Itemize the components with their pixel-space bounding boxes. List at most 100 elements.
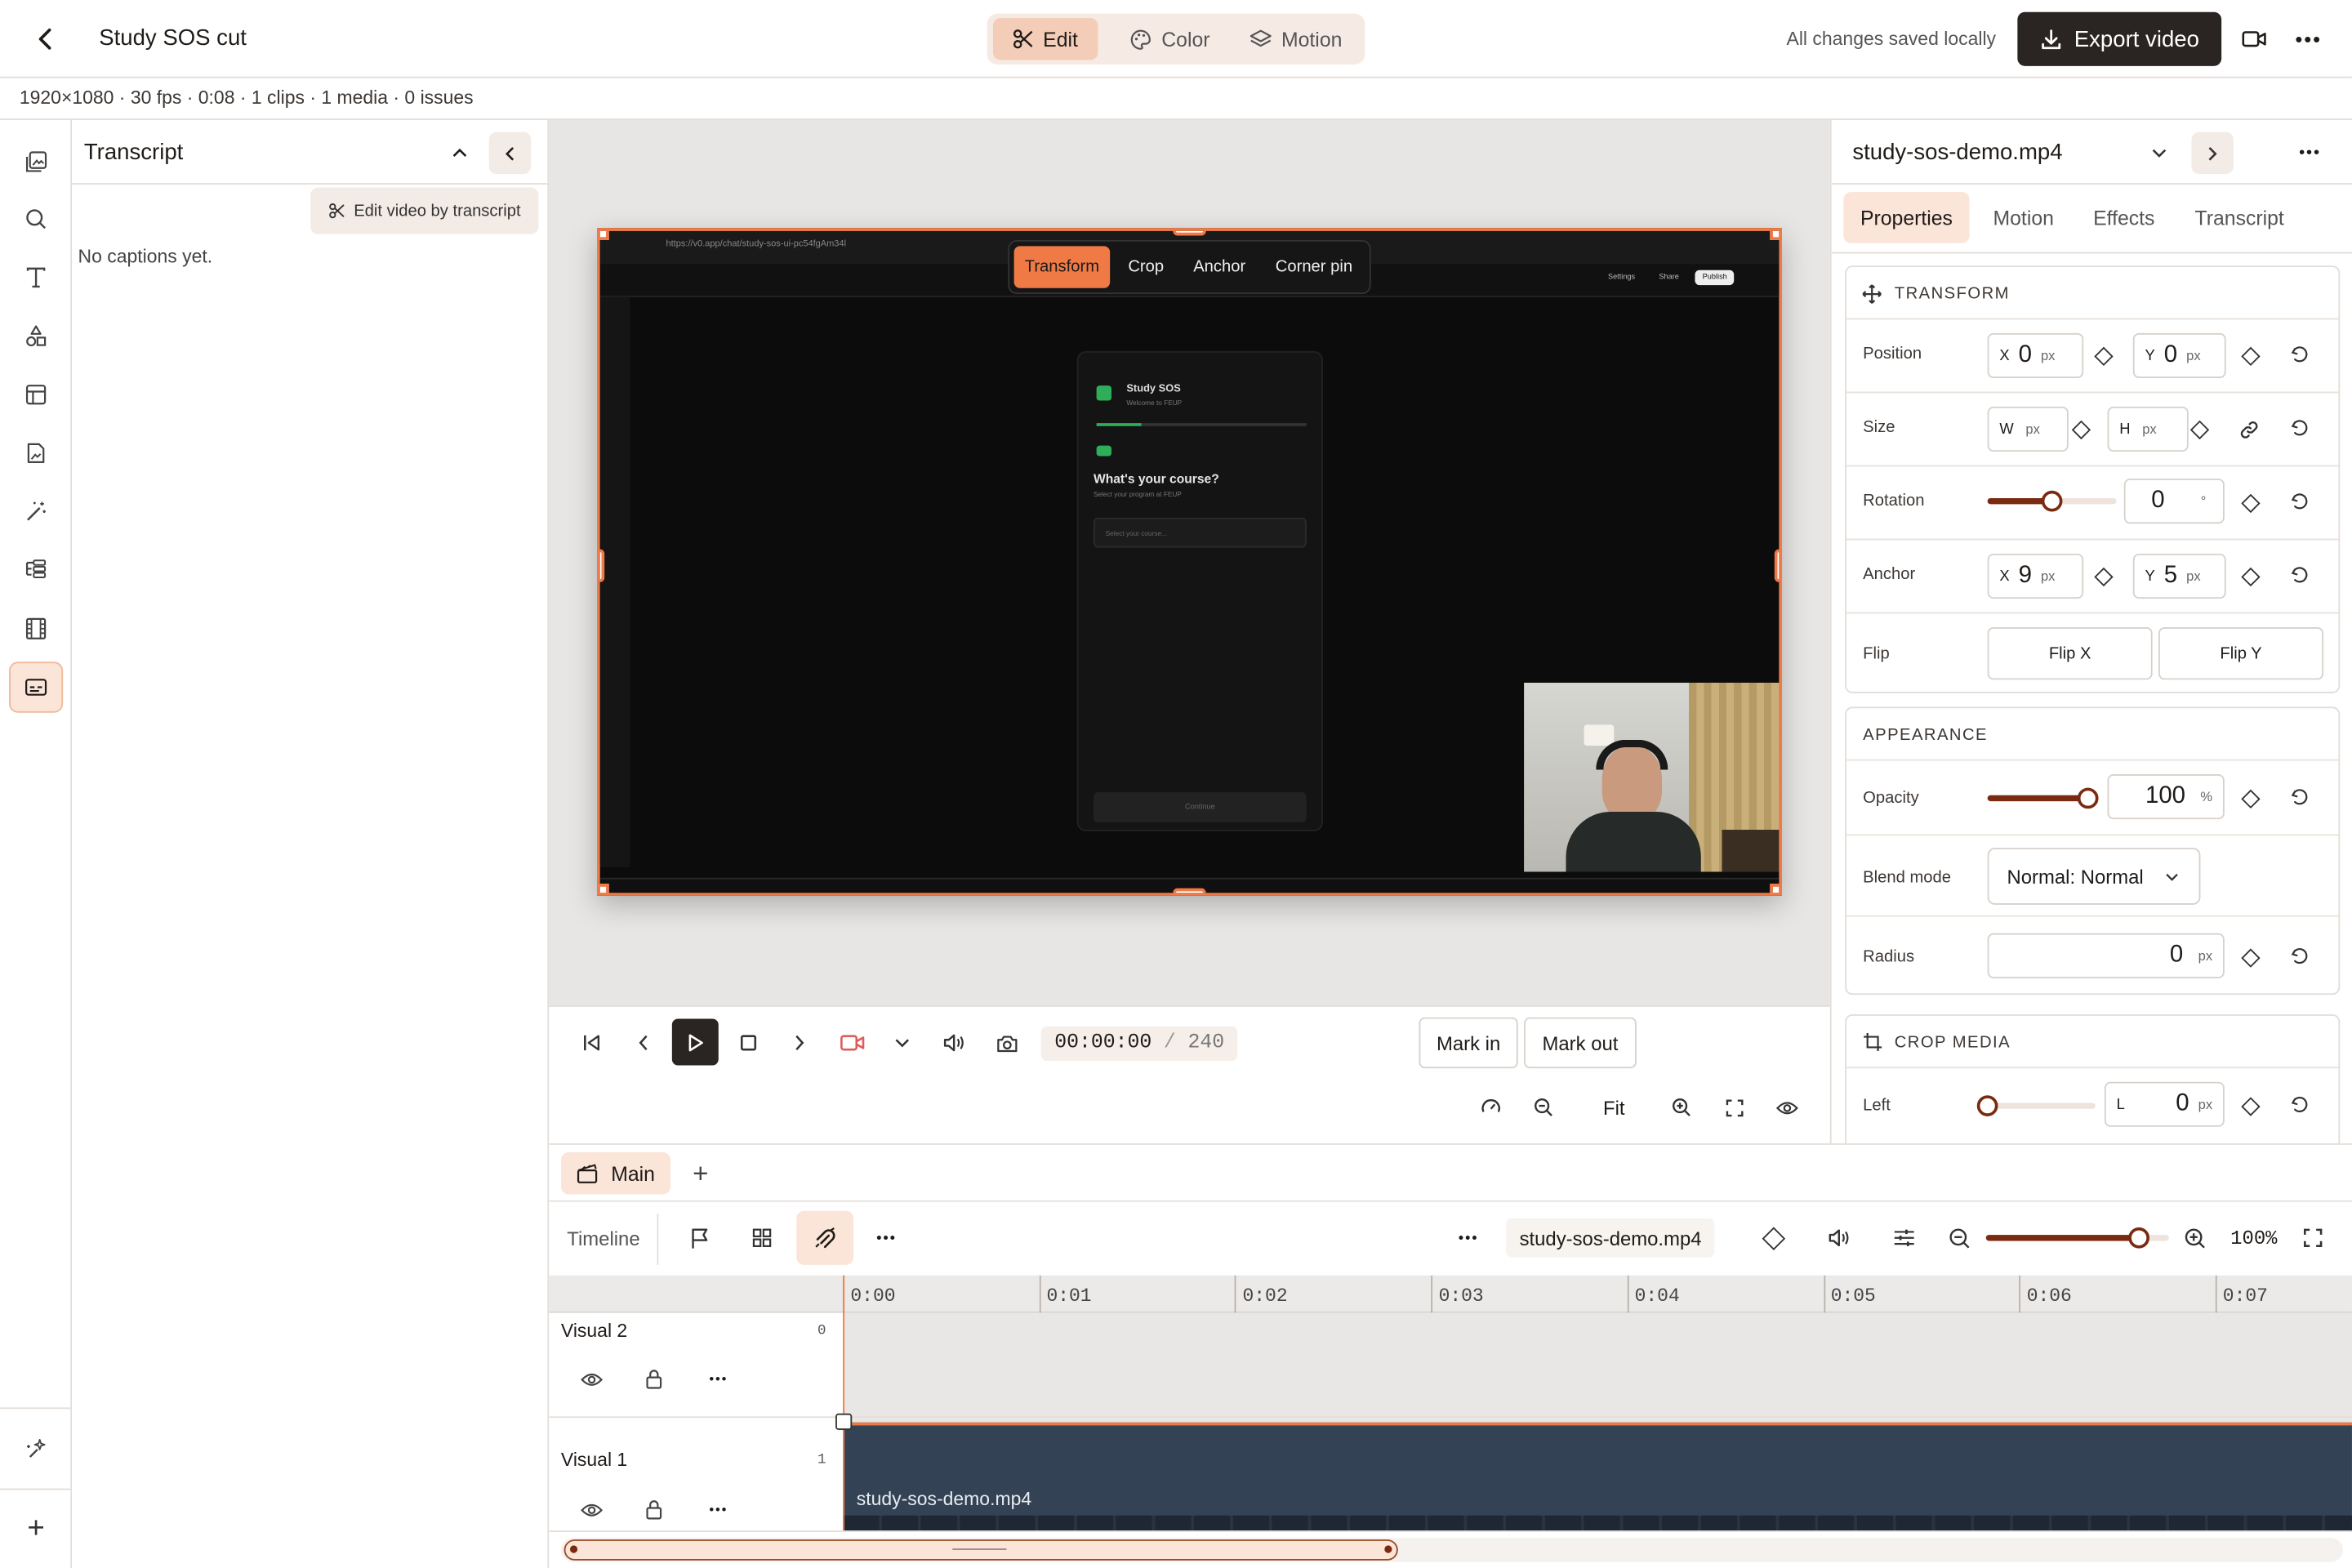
ai-sparkle-icon[interactable] bbox=[15, 1428, 56, 1470]
crop-left-slider-thumb[interactable] bbox=[1976, 1095, 1998, 1116]
tab-effects[interactable]: Effects bbox=[2078, 192, 2171, 243]
flip-y-button[interactable]: Flip Y bbox=[2158, 626, 2324, 680]
film-icon[interactable] bbox=[15, 608, 56, 649]
crop-left-field[interactable]: L 0 px bbox=[2104, 1081, 2225, 1127]
mode-color-tab[interactable]: Color bbox=[1113, 18, 1227, 60]
add-sequence-icon[interactable]: + bbox=[684, 1157, 717, 1190]
size-h-field[interactable]: H px bbox=[2107, 406, 2189, 452]
appearance-header[interactable]: APPEARANCE bbox=[1863, 726, 1988, 744]
text-icon[interactable] bbox=[15, 256, 56, 298]
resize-handle-bottom[interactable] bbox=[1173, 888, 1206, 893]
volume-icon[interactable] bbox=[936, 1025, 972, 1061]
next-file-button[interactable] bbox=[2191, 131, 2234, 175]
radius-keyframe-icon[interactable] bbox=[2239, 947, 2261, 968]
crop-left-slider-track[interactable] bbox=[1976, 1095, 2096, 1116]
prev-frame-icon[interactable] bbox=[626, 1025, 662, 1061]
layout-icon[interactable] bbox=[15, 373, 56, 415]
track-lock-icon[interactable] bbox=[639, 1364, 669, 1394]
back-button[interactable] bbox=[27, 21, 66, 57]
file-dropdown-button[interactable] bbox=[2144, 138, 2174, 168]
more-menu-icon[interactable]: ••• bbox=[2291, 21, 2327, 57]
position-keyframe-icon[interactable] bbox=[2092, 345, 2114, 367]
mode-edit-tab[interactable]: Edit bbox=[992, 18, 1098, 60]
track-more-icon[interactable]: ••• bbox=[703, 1494, 733, 1525]
fullscreen-icon[interactable] bbox=[1717, 1091, 1750, 1124]
transform-header[interactable]: TRANSFORM bbox=[1861, 283, 2010, 305]
clip-more-icon[interactable]: ••• bbox=[1452, 1222, 1485, 1254]
clip-study-sos-demo[interactable]: study-sos-demo.mp4 bbox=[843, 1422, 2352, 1534]
add-icon[interactable]: + bbox=[15, 1508, 56, 1549]
next-frame-icon[interactable] bbox=[782, 1025, 817, 1061]
opacity-slider-track[interactable] bbox=[1987, 787, 2099, 809]
resize-handle-bl[interactable] bbox=[599, 884, 609, 893]
speed-icon[interactable] bbox=[1474, 1091, 1507, 1124]
tool-anchor[interactable]: Anchor bbox=[1180, 246, 1258, 287]
anchor-y-keyframe-icon[interactable] bbox=[2239, 566, 2261, 587]
resize-handle-tl[interactable] bbox=[599, 230, 609, 240]
shapes-icon[interactable] bbox=[15, 315, 56, 357]
inspector-more-icon[interactable]: ••• bbox=[2292, 136, 2328, 169]
play-button[interactable] bbox=[671, 1018, 719, 1066]
sequence-tab-main[interactable]: Main bbox=[560, 1152, 671, 1195]
rotation-field[interactable]: 0 ° bbox=[2123, 479, 2225, 524]
edit-by-transcript-button[interactable]: Edit video by transcript bbox=[310, 187, 539, 234]
rotation-reset-icon[interactable] bbox=[2287, 489, 2311, 513]
opacity-keyframe-icon[interactable] bbox=[2239, 788, 2261, 809]
playhead-handle[interactable] bbox=[835, 1413, 853, 1430]
anchor-keyframe-icon[interactable] bbox=[2092, 566, 2114, 587]
resize-handle-left[interactable] bbox=[599, 549, 605, 582]
zoom-out-icon[interactable] bbox=[1527, 1091, 1560, 1124]
tab-transcript[interactable]: Transcript bbox=[2180, 192, 2300, 243]
opacity-field[interactable]: 100 % bbox=[2107, 774, 2225, 820]
tab-motion[interactable]: Motion bbox=[1976, 192, 2072, 243]
size-h-keyframe-icon[interactable] bbox=[2189, 419, 2210, 440]
search-icon[interactable] bbox=[15, 198, 56, 240]
record-button[interactable] bbox=[2235, 21, 2274, 57]
list-icon[interactable] bbox=[15, 549, 56, 590]
radius-field[interactable]: 0 px bbox=[1987, 933, 2225, 978]
track-visibility-icon[interactable] bbox=[576, 1364, 606, 1394]
audio-icon[interactable] bbox=[1823, 1222, 1855, 1254]
timeline-zoom-in-icon[interactable] bbox=[2178, 1222, 2211, 1254]
scrollbar-thumb[interactable] bbox=[564, 1539, 1398, 1561]
resize-handle-br[interactable] bbox=[1770, 884, 1780, 893]
crop-left-reset-icon[interactable] bbox=[2287, 1093, 2311, 1116]
zoom-in-icon[interactable] bbox=[1665, 1091, 1698, 1124]
media-icon[interactable] bbox=[15, 141, 56, 183]
timeline-more-icon[interactable]: ••• bbox=[870, 1222, 902, 1254]
captions-icon[interactable] bbox=[9, 662, 64, 713]
mode-motion-tab[interactable]: Motion bbox=[1236, 18, 1356, 60]
position-x-field[interactable]: X 0 px bbox=[1987, 332, 2084, 378]
collapse-panel-button[interactable] bbox=[488, 131, 532, 175]
skip-start-icon[interactable] bbox=[573, 1025, 609, 1061]
resize-handle-tr[interactable] bbox=[1770, 230, 1780, 240]
position-y-keyframe-icon[interactable] bbox=[2239, 345, 2261, 367]
magic-wand-icon[interactable] bbox=[15, 491, 56, 532]
position-reset-icon[interactable] bbox=[2287, 342, 2311, 366]
crop-header[interactable]: CROP MEDIA bbox=[1863, 1032, 2011, 1052]
adjustments-icon[interactable] bbox=[1887, 1222, 1920, 1254]
mark-in-button[interactable]: Mark in bbox=[1419, 1017, 1518, 1069]
anchor-x-field[interactable]: X 9 px bbox=[1987, 553, 2084, 599]
chevron-down-icon[interactable] bbox=[884, 1025, 920, 1061]
track-visibility-icon[interactable] bbox=[576, 1494, 606, 1525]
anchor-y-field[interactable]: Y 5 px bbox=[2132, 553, 2226, 599]
rotation-slider-thumb[interactable] bbox=[2041, 490, 2063, 512]
scrollbar-track[interactable] bbox=[560, 1538, 2343, 1562]
stop-icon[interactable] bbox=[730, 1025, 766, 1061]
timeline-fullscreen-icon[interactable] bbox=[2296, 1222, 2329, 1254]
export-video-button[interactable]: Export video bbox=[2017, 11, 2222, 66]
timeline-zoom-thumb[interactable] bbox=[2129, 1227, 2150, 1249]
keyframe-icon[interactable] bbox=[1757, 1222, 1789, 1254]
track-lane-visual-2[interactable] bbox=[843, 1312, 2352, 1419]
image-icon[interactable] bbox=[15, 432, 56, 474]
eye-icon[interactable] bbox=[1770, 1091, 1802, 1124]
grid-icon[interactable] bbox=[746, 1222, 778, 1254]
opacity-slider-thumb[interactable] bbox=[2077, 787, 2099, 809]
mark-out-button[interactable]: Mark out bbox=[1524, 1017, 1637, 1069]
anchor-reset-icon[interactable] bbox=[2287, 563, 2311, 586]
resize-handle-top[interactable] bbox=[1173, 230, 1206, 236]
tool-transform[interactable]: Transform bbox=[1013, 246, 1111, 288]
collapse-section-button[interactable] bbox=[444, 138, 474, 168]
opacity-reset-icon[interactable] bbox=[2287, 785, 2311, 808]
